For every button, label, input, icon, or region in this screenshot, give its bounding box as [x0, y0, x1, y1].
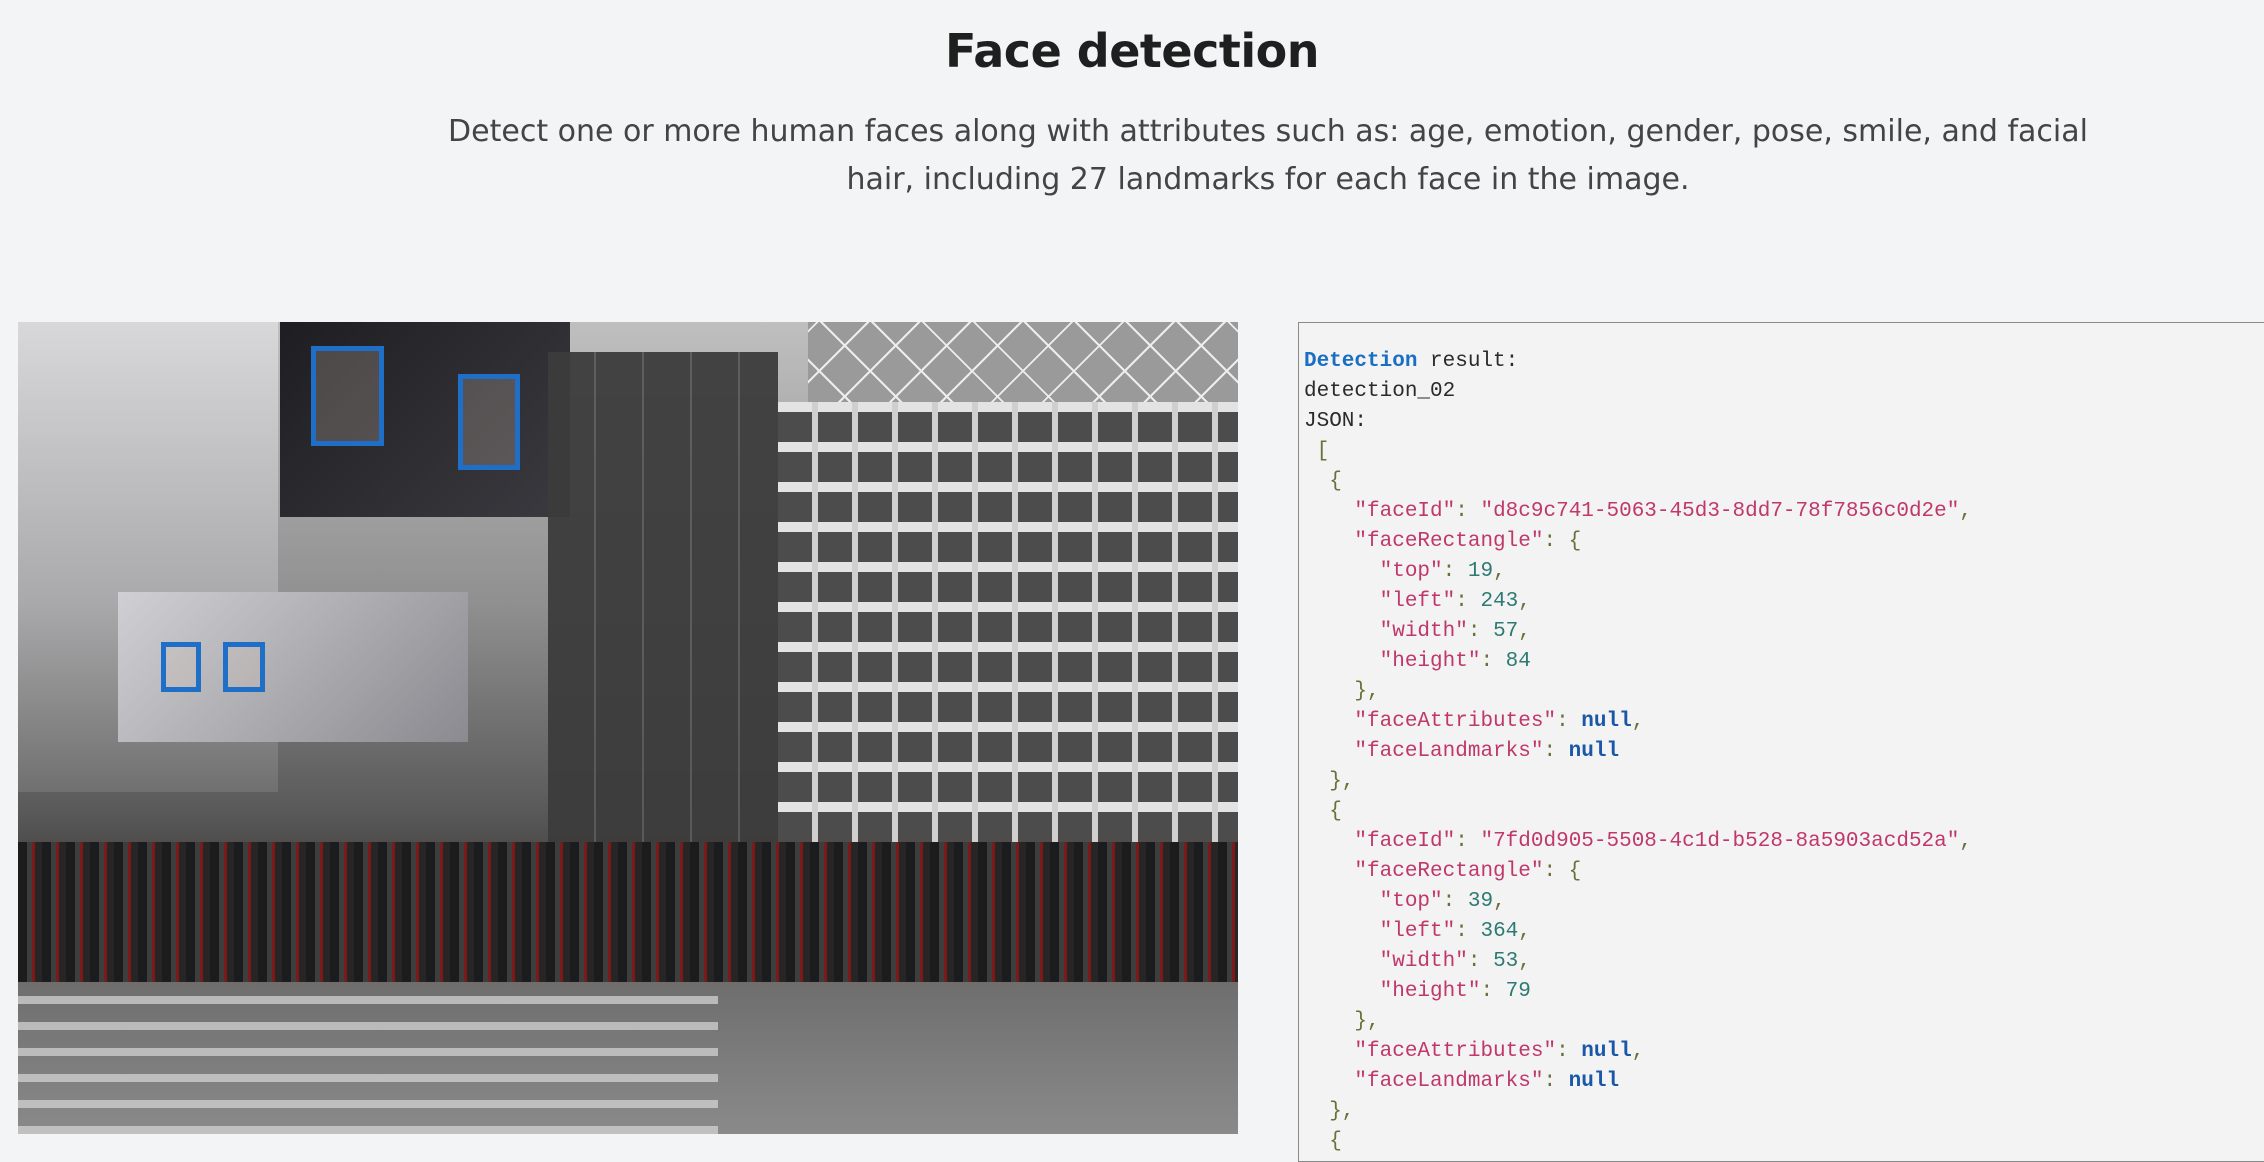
result-keyword: Detection — [1304, 350, 1418, 373]
json-open-bracket: [ — [1316, 440, 1330, 463]
result-model: detection_02 — [1304, 380, 1456, 403]
face-height-value: 84 — [1505, 650, 1531, 673]
image-glass-facade — [548, 352, 778, 912]
image-crowd — [18, 842, 1238, 982]
image-lattice-roof — [808, 322, 1238, 412]
face-left-value: 364 — [1480, 920, 1519, 943]
face-height-value: 79 — [1505, 980, 1531, 1003]
face-id-value: 7fd0d905-5508-4c1d-b528-8a5903acd52a — [1493, 830, 1947, 853]
page-subtitle: Detect one or more human faces along wit… — [448, 114, 2088, 197]
result-heading-rest: result: — [1417, 350, 1519, 373]
detection-image — [18, 322, 1238, 1134]
face-box[interactable] — [458, 374, 520, 470]
face-left-value: 243 — [1480, 590, 1519, 613]
page-title: Face detection — [945, 24, 1319, 78]
face-box[interactable] — [311, 346, 384, 446]
face-attributes-value: null — [1581, 710, 1632, 733]
result-heading: Detection result: — [1304, 347, 2264, 377]
face-top-value: 19 — [1467, 560, 1494, 583]
face-width-value: 57 — [1493, 620, 1519, 643]
face-width-value: 53 — [1493, 950, 1519, 973]
face-box[interactable] — [223, 642, 265, 692]
image-crosswalk — [18, 987, 718, 1134]
json-next-entry: { — [1304, 1130, 1342, 1153]
detection-result-panel[interactable]: Detection result: detection_02 JSON: [ {… — [1298, 322, 2264, 1162]
face-id-value: d8c9c741-5063-45d3-8dd7-78f7856c0d2e — [1493, 500, 1947, 523]
face-landmarks-value: null — [1568, 1070, 1620, 1093]
face-top-value: 39 — [1467, 890, 1494, 913]
result-json-label: JSON: — [1304, 410, 1368, 433]
face-attributes-value: null — [1581, 1040, 1632, 1063]
face-landmarks-value: null — [1568, 740, 1620, 763]
json-face-entry: { "faceId": "7fd0d905-5508-4c1d-b528-8a5… — [1304, 800, 1972, 1123]
face-box[interactable] — [161, 642, 201, 692]
json-face-entry: { "faceId": "d8c9c741-5063-45d3-8dd7-78f… — [1304, 470, 1972, 793]
